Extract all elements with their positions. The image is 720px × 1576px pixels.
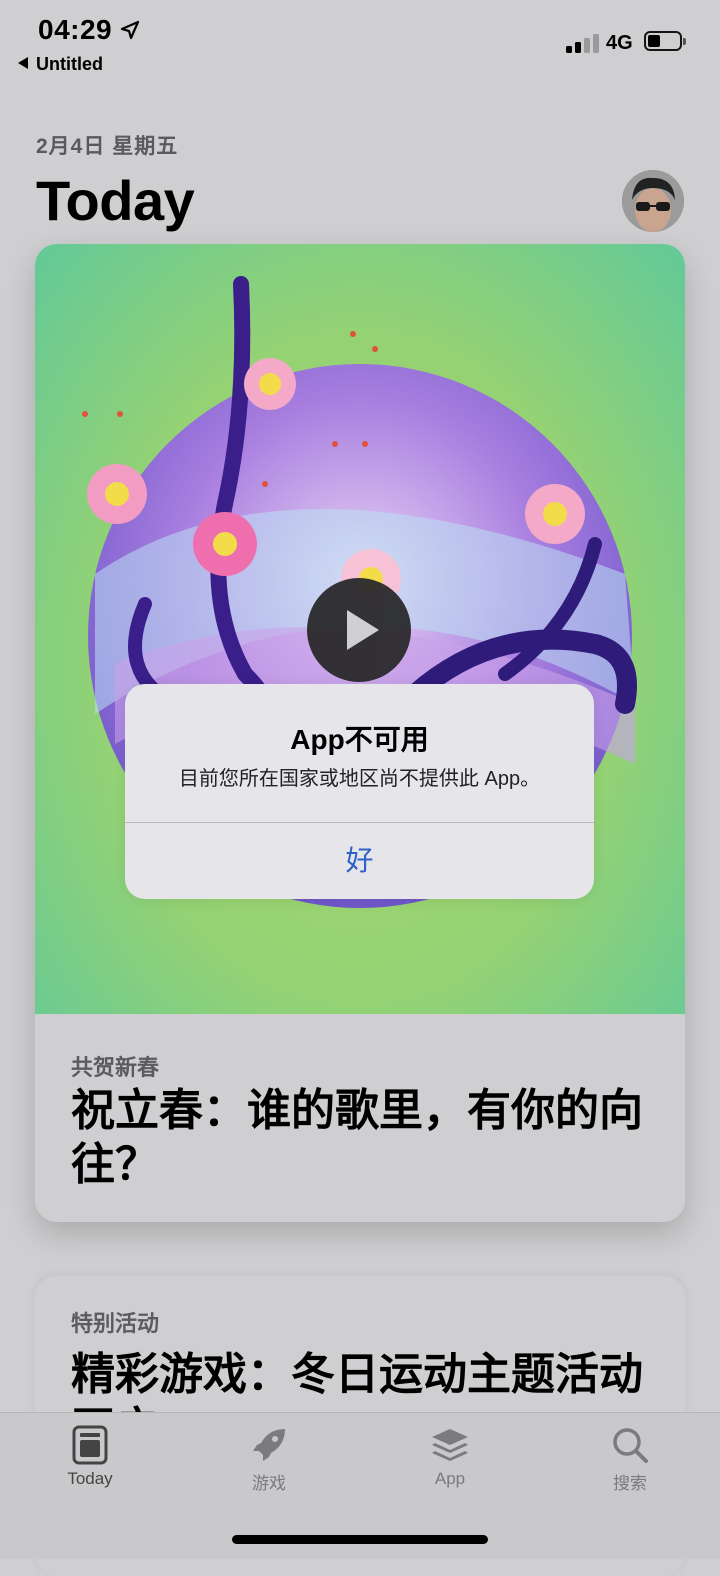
- tab-today[interactable]: Today: [30, 1425, 150, 1489]
- tab-apps[interactable]: App: [390, 1425, 510, 1489]
- second-eyebrow: 特别活动: [71, 1311, 160, 1336]
- network-type: 4G: [606, 32, 633, 54]
- back-app-label: Untitled: [36, 54, 103, 74]
- location-arrow-icon: [120, 20, 140, 40]
- featured-card-text: 共贺新春 祝立春：谁的歌里，有你的向往？: [35, 1014, 685, 1222]
- rocket-icon: [253, 1429, 285, 1461]
- play-video-button[interactable]: [307, 578, 411, 682]
- tab-games-label: 游戏: [252, 1474, 286, 1493]
- page-title: Today: [36, 169, 195, 232]
- home-indicator[interactable]: [232, 1535, 488, 1544]
- account-avatar[interactable]: [622, 170, 684, 232]
- battery-icon: [644, 31, 686, 53]
- search-icon: [613, 1428, 648, 1463]
- featured-headline: 祝立春：谁的歌里，有你的向往？: [71, 1086, 643, 1189]
- tab-today-label: Today: [67, 1469, 113, 1488]
- tab-search-label: 搜索: [613, 1474, 647, 1493]
- alert-ok-button[interactable]: 好: [125, 823, 594, 899]
- alert-title: App不可用: [290, 724, 429, 755]
- cellular-signal-icon: [566, 33, 602, 53]
- tab-search[interactable]: 搜索: [570, 1425, 690, 1494]
- tab-apps-label: App: [434, 1469, 466, 1488]
- tab-games[interactable]: 游戏: [209, 1425, 329, 1494]
- today-icon: [72, 1425, 108, 1465]
- back-triangle-icon: [18, 57, 28, 69]
- today-date: 2月4日 星期五: [36, 135, 179, 158]
- back-to-app-button[interactable]: Untitled: [18, 54, 103, 75]
- status-time: 04:29: [38, 14, 113, 45]
- app-stack-icon: [432, 1429, 468, 1461]
- status-bar: 04:29 Untitled 4G: [0, 0, 720, 90]
- alert-message: 目前您所在国家或地区尚不提供此 App。: [178, 768, 541, 790]
- featured-eyebrow: 共贺新春: [71, 1055, 160, 1080]
- avatar-image: [622, 170, 684, 232]
- app-unavailable-alert: App不可用 目前您所在国家或地区尚不提供此 App。 好: [125, 684, 594, 899]
